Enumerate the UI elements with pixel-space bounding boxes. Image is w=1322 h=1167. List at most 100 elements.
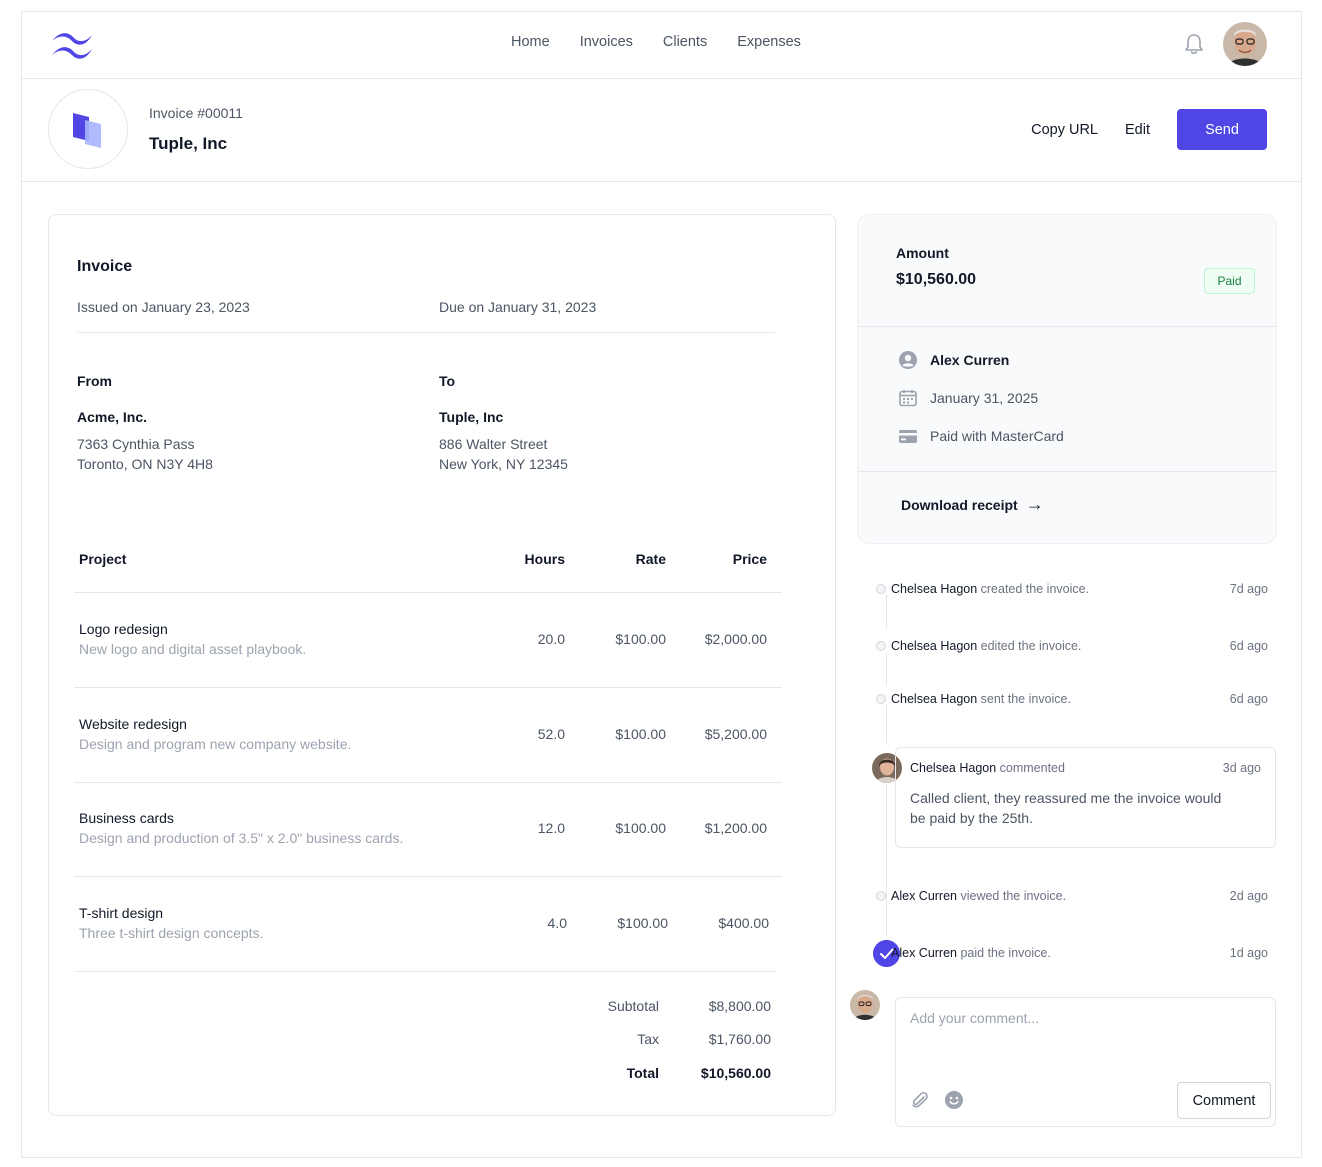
nav-home[interactable]: Home	[511, 34, 550, 50]
item-title: T-shirt design	[79, 905, 164, 921]
item-desc: Three t-shirt design concepts.	[79, 925, 264, 941]
subtotal-row: Subtotal $8,800.00	[571, 998, 771, 1018]
activity-text: Alex Curren paid the invoice.	[891, 946, 1051, 960]
col-hours: Hours	[524, 551, 565, 567]
client-logo	[48, 89, 128, 169]
table-row: T-shirt design Three t-shirt design conc…	[76, 877, 776, 972]
from-name: Acme, Inc.	[77, 409, 148, 425]
total-row: Total $10,560.00	[571, 1065, 771, 1085]
edit-button[interactable]: Edit	[1125, 122, 1150, 138]
item-rate: $100.00	[615, 726, 666, 742]
from-address: 7363 Cynthia Pass Toronto, ON N3Y 4H8	[77, 434, 213, 474]
main-nav: Home Invoices Clients Expenses	[511, 34, 831, 50]
comment-time: 3d ago	[1222, 761, 1261, 775]
item-rate: $100.00	[615, 820, 666, 836]
amount-value: $10,560.00	[896, 271, 977, 288]
comment-header: Chelsea Hagon commented	[910, 761, 1065, 775]
calendar-icon	[899, 390, 917, 407]
invoice-header: Invoice #00011 Tuple, Inc Copy URL Edit …	[22, 79, 1301, 182]
total-label: Total	[626, 1065, 659, 1081]
divider	[858, 326, 1276, 327]
invoice-number: Invoice #00011	[149, 105, 243, 121]
from-address-line1: 7363 Cynthia Pass	[77, 436, 195, 452]
arrow-right-icon: →	[1025, 494, 1044, 514]
item-hours: 52.0	[537, 726, 565, 742]
table-row: Business cards Design and production of …	[74, 782, 782, 877]
total-value: $10,560.00	[700, 1065, 771, 1081]
col-rate: Rate	[635, 551, 666, 567]
issued-date: Issued on January 23, 2023	[77, 299, 250, 315]
invoice-card: Invoice Issued on January 23, 2023 Due o…	[48, 214, 836, 1116]
status-badge: Paid	[1204, 268, 1255, 294]
table-row: Website redesign Design and program new …	[74, 688, 782, 783]
subtotal-label: Subtotal	[607, 998, 659, 1014]
copy-url-button[interactable]: Copy URL	[1031, 122, 1098, 138]
activity-time: 2d ago	[1229, 889, 1268, 903]
item-desc: Design and program new company website.	[79, 736, 352, 752]
item-price: $2,000.00	[704, 631, 767, 647]
item-hours: 12.0	[537, 820, 565, 836]
user-avatar[interactable]	[1223, 22, 1267, 66]
paperclip-icon[interactable]	[910, 1090, 930, 1110]
comment-input[interactable]	[910, 1010, 1260, 1060]
divider	[858, 471, 1276, 472]
to-address-line1: 886 Walter Street	[439, 436, 548, 452]
activity-time: 1d ago	[1229, 946, 1268, 960]
items-table-header: Project Hours Rate Price	[74, 551, 782, 593]
from-party: From Acme, Inc. 7363 Cynthia Pass Toront…	[77, 373, 213, 474]
timeline-dot	[876, 641, 888, 653]
item-desc: Design and production of 3.5" x 2.0" bus…	[79, 830, 404, 846]
download-receipt-label: Download receipt	[901, 496, 1018, 513]
activity-item: Chelsea Hagon sent the invoice. 6d ago	[848, 690, 1278, 710]
comment-button[interactable]: Comment	[1177, 1082, 1271, 1119]
item-hours: 4.0	[547, 915, 567, 931]
nav-expenses[interactable]: Expenses	[737, 34, 801, 50]
timeline-line	[886, 652, 887, 686]
comment-card: Chelsea Hagon commented 3d ago Called cl…	[895, 747, 1276, 848]
comment-text: Called client, they reassured me the inv…	[910, 790, 1222, 826]
current-user-avatar	[850, 990, 880, 1020]
tax-row: Tax $1,760.00	[571, 1031, 771, 1051]
item-title: Logo redesign	[79, 621, 168, 637]
activity-item: Alex Curren paid the invoice. 1d ago	[848, 944, 1278, 964]
download-receipt-link[interactable]: Download receipt →	[901, 494, 1044, 515]
activity-time: 6d ago	[1229, 639, 1268, 653]
item-title: Business cards	[79, 810, 174, 826]
due-date: Due on January 31, 2023	[439, 299, 597, 315]
summary-payment-method-value: Paid with MasterCard	[930, 428, 1064, 444]
subtotal-value: $8,800.00	[708, 998, 771, 1014]
user-circle-icon	[899, 351, 917, 369]
new-comment-form: Comment	[895, 997, 1276, 1127]
item-price: $5,200.00	[704, 726, 767, 742]
item-hours: 20.0	[537, 631, 565, 647]
nav-clients[interactable]: Clients	[663, 34, 707, 50]
tuple-logo-icon	[73, 113, 101, 148]
activity-text: Chelsea Hagon edited the invoice.	[891, 639, 1082, 653]
top-navbar: Home Invoices Clients Expenses	[22, 12, 1301, 79]
emoji-icon[interactable]	[944, 1090, 964, 1110]
timeline-line	[886, 705, 887, 743]
col-price: Price	[732, 551, 767, 567]
divider	[77, 332, 775, 333]
tax-value: $1,760.00	[708, 1031, 771, 1047]
item-desc: New logo and digital asset playbook.	[79, 641, 307, 657]
item-rate: $100.00	[615, 631, 666, 647]
to-name: Tuple, Inc	[439, 409, 504, 425]
summary-date-value: January 31, 2025	[930, 390, 1039, 406]
from-address-line2: Toronto, ON N3Y 4H8	[77, 456, 213, 472]
payment-summary-card: Amount $10,560.00 Paid Alex Curren Janua…	[857, 214, 1277, 544]
invoice-title: Invoice	[77, 258, 133, 275]
activity-item: Chelsea Hagon edited the invoice. 6d ago	[848, 637, 1278, 657]
app-frame: Home Invoices Clients Expenses Invoice #…	[21, 11, 1302, 1158]
timeline-dot	[876, 584, 888, 596]
header-actions: Copy URL Edit Send	[1031, 109, 1267, 150]
activity-time: 6d ago	[1229, 692, 1268, 706]
brand-logo-icon[interactable]	[48, 29, 96, 61]
from-label: From	[77, 373, 112, 389]
summary-client: Alex Curren	[898, 349, 1009, 371]
bell-icon[interactable]	[1183, 32, 1205, 56]
send-button[interactable]: Send	[1177, 109, 1267, 150]
col-project: Project	[79, 551, 127, 567]
nav-invoices[interactable]: Invoices	[580, 34, 633, 50]
item-price: $400.00	[718, 915, 769, 931]
